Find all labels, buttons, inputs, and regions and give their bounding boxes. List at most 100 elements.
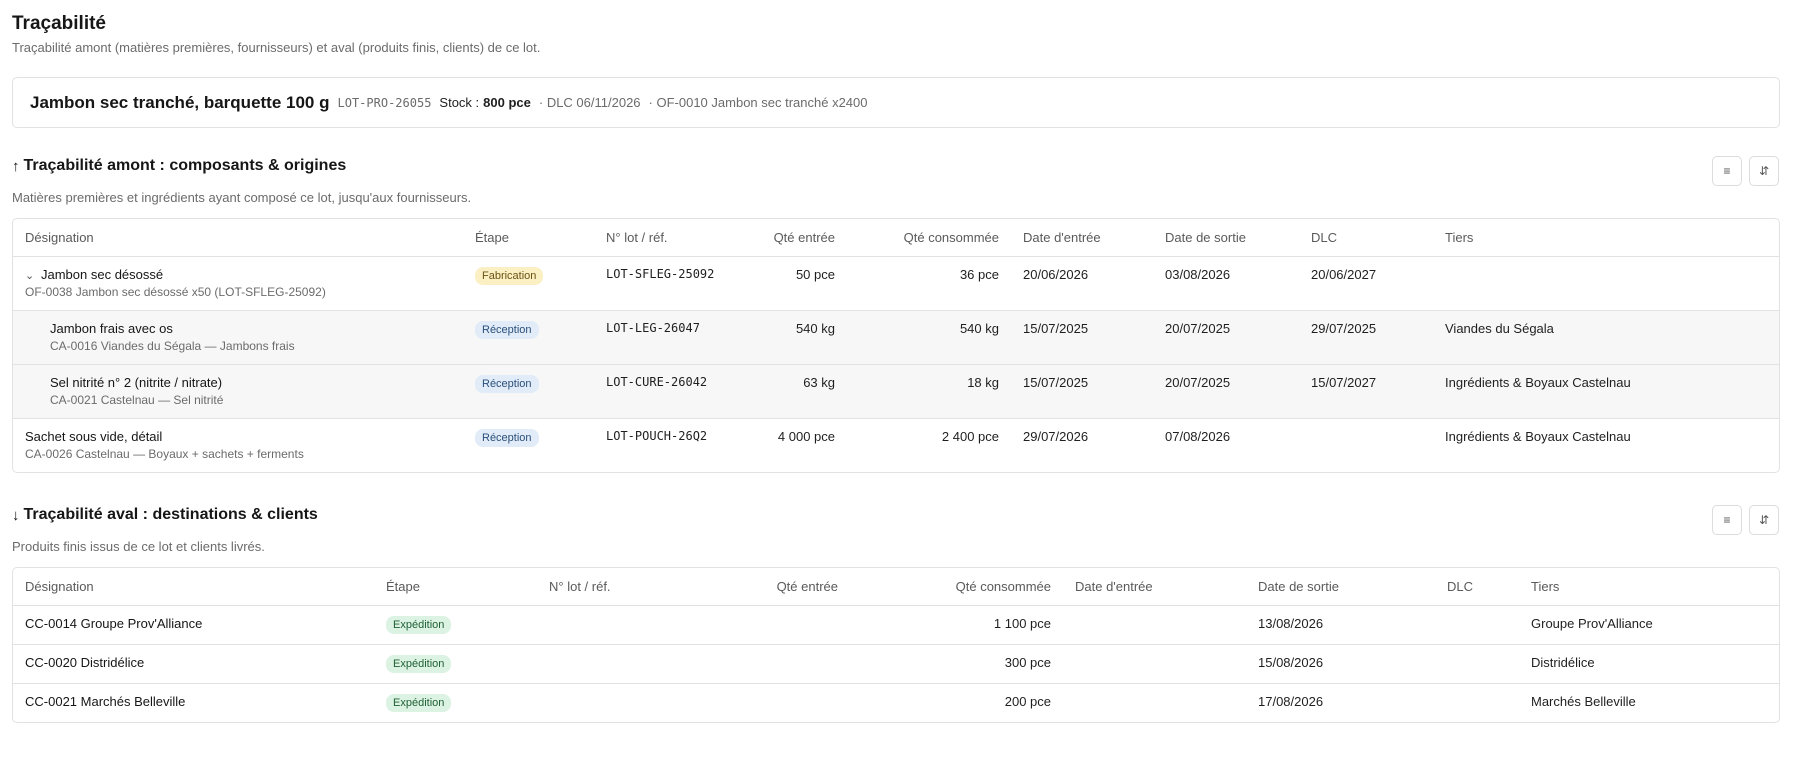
chevron-down-icon[interactable]: ⌄ — [25, 269, 35, 282]
col-qty-used[interactable]: Qté consommée — [847, 219, 1011, 257]
row-sub: CA-0021 Castelnau — Sel nitrité — [50, 392, 224, 407]
qty-used-cell: 36 pce — [847, 256, 1011, 311]
dlc-cell: 20/06/2027 — [1299, 256, 1433, 311]
row-name: Sel nitrité n° 2 (nitrite / nitrate) — [50, 374, 223, 390]
downstream-table: Désignation Étape N° lot / réf. Qté entr… — [12, 567, 1780, 723]
col-step[interactable]: Étape — [463, 219, 594, 257]
table-row[interactable]: ⌄ Jambon sec désossé OF-0038 Jambon sec d… — [13, 256, 1779, 311]
table-row[interactable]: Jambon frais avec os CA-0016 Viandes du … — [13, 310, 1779, 365]
row-name: CC-0014 Groupe Prov'Alliance — [25, 615, 203, 631]
qty-used-cell: 1 100 pce — [850, 605, 1063, 645]
page-subtitle: Traçabilité amont (matières premières, f… — [12, 40, 541, 55]
col-date-out[interactable]: Date de sortie — [1246, 568, 1435, 606]
designation-cell: CC-0021 Marchés Belleville — [13, 683, 374, 722]
arrow-up-icon: ↑ — [12, 157, 20, 175]
col-date-in[interactable]: Date d'entrée — [1011, 219, 1153, 257]
step-cell: Expédition — [374, 644, 537, 684]
dlc-cell — [1435, 605, 1519, 645]
step-cell: Réception — [463, 364, 594, 419]
status-badge: Réception — [475, 320, 539, 339]
lot-dlc: · DLC 06/11/2026 — [538, 95, 641, 110]
row-sub: CA-0026 Castelnau — Boyaux + sachets + f… — [25, 446, 304, 461]
col-party[interactable]: Tiers — [1519, 568, 1779, 606]
qty-used-cell: 300 pce — [850, 644, 1063, 684]
step-cell: Fabrication — [463, 256, 594, 311]
designation-cell: Jambon frais avec os CA-0016 Viandes du … — [13, 310, 463, 365]
party-cell: Ingrédients & Boyaux Castelnau — [1445, 428, 1631, 444]
dlc-cell — [1435, 644, 1519, 684]
status-badge: Réception — [475, 374, 539, 393]
col-dlc[interactable]: DLC — [1299, 219, 1433, 257]
lot-production-order: · OF-0010 Jambon sec tranché x2400 — [648, 95, 868, 110]
downstream-subtitle: Produits finis issus de ce lot et client… — [12, 539, 265, 554]
col-lot[interactable]: N° lot / réf. — [594, 219, 736, 257]
qty-in-cell — [756, 644, 850, 684]
col-date-out[interactable]: Date de sortie — [1153, 219, 1299, 257]
table-row[interactable]: Sachet sous vide, détail CA-0026 Casteln… — [13, 418, 1779, 472]
downstream-list-view-button[interactable]: ≡ — [1712, 505, 1742, 535]
step-cell: Réception — [463, 310, 594, 365]
table-row[interactable]: CC-0020 Distridélice Expédition 300 pce … — [13, 644, 1779, 684]
date-in-cell: 15/07/2025 — [1011, 310, 1153, 365]
col-qty-used[interactable]: Qté consommée — [850, 568, 1063, 606]
date-out-cell: 17/08/2026 — [1258, 693, 1324, 709]
qty-in-cell: 63 kg — [736, 364, 847, 419]
party-cell: Groupe Prov'Alliance — [1519, 605, 1779, 645]
qty-used-cell: 18 kg — [847, 364, 1011, 419]
lot-name: Jambon sec tranché, barquette 100 g — [30, 92, 330, 112]
date-out-cell: 03/08/2026 — [1153, 256, 1299, 311]
upstream-subtitle: Matières premières et ingrédients ayant … — [12, 190, 472, 205]
upstream-section-title: ↑ Traçabilité amont : composants & origi… — [12, 157, 346, 175]
date-in-cell — [1063, 605, 1246, 645]
lot-cell — [537, 644, 756, 684]
date-in-cell: 29/07/2026 — [1023, 428, 1089, 444]
date-out-cell: 15/08/2026 — [1246, 644, 1435, 684]
col-date-in[interactable]: Date d'entrée — [1063, 568, 1246, 606]
party-cell — [1433, 256, 1779, 311]
list-view-icon: ≡ — [1723, 164, 1731, 178]
row-name: CC-0021 Marchés Belleville — [25, 693, 186, 709]
upstream-list-view-button[interactable]: ≡ — [1712, 156, 1742, 186]
date-out-cell: 20/07/2025 — [1153, 364, 1299, 419]
col-designation[interactable]: Désignation — [13, 219, 463, 257]
downstream-sort-button[interactable]: ⇵ — [1749, 505, 1779, 535]
dlc-cell: 29/07/2025 — [1299, 310, 1433, 365]
upstream-table: Désignation Étape N° lot / réf. Qté entr… — [12, 218, 1780, 473]
date-in-cell: 20/06/2026 — [1011, 256, 1153, 311]
designation-cell: CC-0020 Distridélice — [13, 644, 374, 684]
table-row[interactable]: CC-0021 Marchés Belleville Expédition 20… — [13, 683, 1779, 722]
lot-cell: LOT-POUCH-26Q2 — [606, 428, 708, 443]
downstream-header-row: Désignation Étape N° lot / réf. Qté entr… — [13, 568, 1779, 606]
lot-cell — [537, 683, 756, 722]
list-view-icon: ≡ — [1723, 513, 1731, 527]
date-out-cell: 07/08/2026 — [1165, 428, 1231, 444]
date-in-cell — [1063, 644, 1246, 684]
col-dlc[interactable]: DLC — [1435, 568, 1519, 606]
downstream-section-title: ↓ Traçabilité aval : destinations & clie… — [12, 506, 318, 524]
upstream-sort-button[interactable]: ⇵ — [1749, 156, 1779, 186]
col-lot[interactable]: N° lot / réf. — [537, 568, 756, 606]
step-cell: Réception — [463, 418, 594, 472]
qty-used-cell: 200 pce — [1004, 693, 1051, 709]
date-out-cell: 13/08/2026 — [1246, 605, 1435, 645]
status-badge: Expédition — [386, 654, 452, 673]
row-sub: CA-0016 Viandes du Ségala — Jambons frai… — [50, 338, 295, 353]
designation-cell: ⌄ Jambon sec désossé OF-0038 Jambon sec d… — [13, 256, 463, 311]
col-qty-in[interactable]: Qté entrée — [756, 568, 850, 606]
col-step[interactable]: Étape — [374, 568, 537, 606]
lot-cell — [537, 605, 756, 645]
table-row[interactable]: CC-0014 Groupe Prov'Alliance Expédition … — [13, 605, 1779, 645]
lot-stock-label: Stock : — [439, 95, 480, 110]
sort-icon: ⇵ — [1758, 513, 1770, 527]
row-name: Jambon frais avec os — [50, 320, 173, 336]
date-out-cell: 20/07/2025 — [1153, 310, 1299, 365]
col-party[interactable]: Tiers — [1433, 219, 1779, 257]
col-designation[interactable]: Désignation — [13, 568, 374, 606]
downstream-title-text: Traçabilité aval : destinations & client… — [23, 506, 318, 523]
qty-in-cell — [756, 683, 850, 722]
row-name: Jambon sec désossé — [41, 266, 164, 282]
table-row[interactable]: Sel nitrité n° 2 (nitrite / nitrate) CA-… — [13, 364, 1779, 419]
col-qty-in[interactable]: Qté entrée — [736, 219, 847, 257]
lot-cell: LOT-SFLEG-25092 — [594, 256, 736, 311]
lot-code: LOT-PRO-26055 — [337, 95, 432, 110]
